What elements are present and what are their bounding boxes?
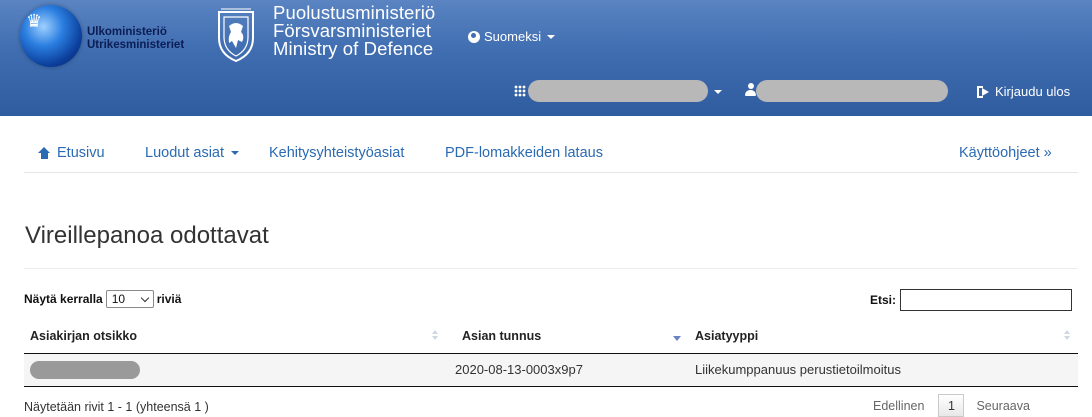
- nav-home-label: Etusivu: [57, 145, 105, 161]
- language-selector[interactable]: Suomeksi: [468, 29, 556, 44]
- user-menu[interactable]: [756, 80, 948, 102]
- language-label: Suomeksi: [484, 29, 542, 44]
- table-search: Etsi:: [870, 289, 1073, 311]
- defence-ministry-name: Puolustusministeriö Försvarsministeriet …: [273, 3, 435, 59]
- pagination: Edellinen 1 Seuraava: [873, 394, 1030, 417]
- pagination-previous[interactable]: Edellinen: [873, 399, 924, 413]
- nav-created-label: Luodut asiat: [145, 145, 225, 161]
- caret-down-icon: [714, 90, 722, 94]
- sort-descending-icon: [673, 336, 681, 341]
- length-prefix-label: Näytä kerralla: [24, 292, 103, 306]
- column-header-case-type[interactable]: Asiatyyppi: [695, 329, 758, 343]
- nav-divider: [24, 172, 1078, 173]
- case-id-cell: 2020-08-13-0003x9p7: [455, 362, 583, 377]
- cases-table: Asiakirjan otsikko Asian tunnus Asiatyyp…: [24, 320, 1078, 387]
- organization-selector[interactable]: [528, 80, 708, 102]
- nav-home[interactable]: Etusivu: [38, 145, 105, 161]
- case-type-cell: Liikekumppanuus perustietoilmoitus: [695, 362, 901, 377]
- ministry-name-sv: Utrikesministeriet: [87, 39, 185, 51]
- pagination-page-1[interactable]: 1: [938, 394, 965, 417]
- title-divider: [24, 268, 1078, 269]
- page-title: Vireillepanoa odottavat: [25, 222, 269, 249]
- logout-label: Kirjaudu ulos: [995, 84, 1071, 99]
- column-header-title[interactable]: Asiakirjan otsikko: [30, 329, 137, 343]
- page-length-select[interactable]: 10: [105, 290, 154, 308]
- table-info: Näytetään rivit 1 - 1 (yhteensä 1 ): [24, 400, 209, 414]
- home-icon: [38, 147, 51, 159]
- foreign-ministry-name: Ulkoministeriö Utrikesministeriet: [87, 26, 184, 52]
- chevron-down-icon: [140, 293, 149, 302]
- nav-development-label: Kehitysyhteistyöasiat: [269, 145, 405, 161]
- lion-emblem-icon: ♛: [26, 11, 43, 31]
- globe-icon: [468, 30, 480, 43]
- search-label: Etsi:: [870, 293, 897, 307]
- logout-link[interactable]: Kirjaudu ulos: [977, 84, 1070, 99]
- nav-pdf-label: PDF-lomakkeiden lataus: [445, 145, 603, 161]
- caret-down-icon: [231, 151, 240, 155]
- nav-development[interactable]: Kehitysyhteistyöasiat: [269, 145, 404, 161]
- column-header-case-id[interactable]: Asian tunnus: [462, 329, 541, 343]
- caret-down-icon: [547, 34, 556, 39]
- apps-grid-icon: [514, 85, 526, 97]
- defence-name-en: Ministry of Defence: [273, 38, 434, 59]
- table-row[interactable]: 2020-08-13-0003x9p7 Liikekumppanuus peru…: [24, 354, 1078, 387]
- user-icon: [745, 83, 756, 97]
- ministry-name-fi: Ulkoministeriö: [87, 26, 167, 38]
- sort-icon: [432, 330, 439, 342]
- page-length-control: Näytä kerralla 10 riviä: [24, 290, 181, 308]
- logout-icon: [977, 85, 990, 98]
- nav-pdf-download[interactable]: PDF-lomakkeiden lataus: [445, 145, 603, 161]
- page-length-value: 10: [111, 292, 126, 306]
- document-title-cell[interactable]: [30, 361, 140, 379]
- nav-help[interactable]: Käyttöohjeet »: [959, 145, 1052, 161]
- top-header: ♛ Ulkoministeriö Utrikesministeriet Puol…: [0, 0, 1092, 116]
- um-globe-logo: ♛: [20, 5, 82, 67]
- sort-icon: [1064, 330, 1071, 342]
- pagination-next[interactable]: Seuraava: [976, 399, 1030, 413]
- defence-crest-icon: [218, 8, 254, 63]
- nav-created-dropdown[interactable]: Luodut asiat: [145, 145, 240, 161]
- table-header: Asiakirjan otsikko Asian tunnus Asiatyyp…: [24, 320, 1078, 354]
- nav-help-label: Käyttöohjeet »: [959, 145, 1052, 161]
- search-input[interactable]: [900, 289, 1073, 311]
- main-nav: Etusivu Luodut asiat Kehitysyhteistyöasi…: [0, 140, 1092, 168]
- length-suffix-label: riviä: [156, 292, 182, 306]
